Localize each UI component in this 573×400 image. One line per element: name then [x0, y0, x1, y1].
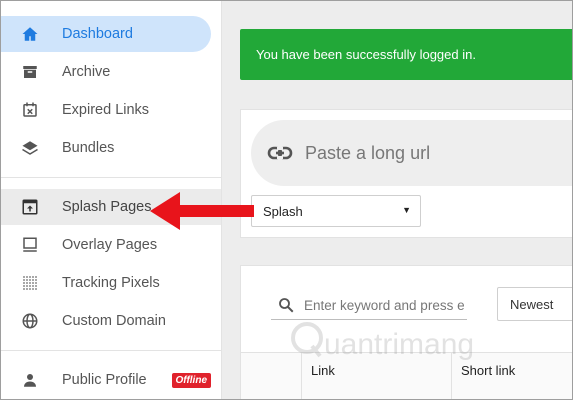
caret-down-icon: ▼ — [402, 205, 411, 215]
sort-select[interactable]: Newest — [497, 287, 573, 321]
sidebar-item-label: Tracking Pixels — [62, 275, 160, 291]
home-icon — [21, 25, 39, 43]
url-input-box — [251, 120, 573, 186]
pixels-grid-icon — [21, 274, 39, 292]
long-url-input[interactable] — [305, 138, 565, 168]
sidebar-item-bundles[interactable]: Bundles — [0, 130, 211, 166]
sidebar-item-expired-links[interactable]: Expired Links — [0, 92, 211, 128]
sidebar-item-label: Custom Domain — [62, 313, 166, 329]
offline-badge: Offline — [171, 373, 211, 388]
calendar-x-icon — [21, 101, 39, 119]
link-type-value: Splash — [263, 203, 303, 219]
archive-icon — [21, 63, 39, 81]
watermark-text: uantrimang — [324, 328, 475, 361]
sidebar-item-label: Public Profile — [62, 372, 147, 388]
sidebar-item-dashboard[interactable]: Dashboard — [0, 16, 211, 52]
sidebar-item-label: Expired Links — [62, 102, 150, 118]
success-alert: You have been successfully logged in. — [240, 29, 573, 80]
alert-message: You have been successfully logged in. — [256, 47, 476, 62]
sidebar-divider — [0, 177, 221, 178]
sort-value: Newest — [510, 296, 554, 312]
link-icon — [267, 142, 293, 169]
sidebar-item-label: Archive — [62, 64, 111, 80]
sidebar-item-tracking-pixels[interactable]: Tracking Pixels — [0, 265, 211, 301]
shorten-card: Splash ▼ — [240, 109, 573, 238]
watermark-q-icon — [291, 322, 323, 358]
search-icon — [277, 296, 295, 319]
sidebar-item-custom-domain[interactable]: Custom Domain — [0, 303, 211, 339]
sidebar-item-label: Splash Pages — [62, 199, 152, 215]
sidebar-item-overlay-pages[interactable]: Overlay Pages — [0, 227, 211, 263]
search-input[interactable] — [304, 294, 464, 316]
search-field — [271, 290, 467, 320]
person-icon — [21, 371, 39, 389]
monitor-icon — [21, 236, 39, 254]
link-type-select[interactable]: Splash ▼ — [251, 195, 421, 227]
globe-icon — [21, 312, 39, 330]
sidebar-item-archive[interactable]: Archive — [0, 54, 211, 90]
watermark-logo: uantrimang — [290, 320, 530, 370]
layers-icon — [21, 139, 39, 157]
sidebar-item-label: Bundles — [62, 140, 115, 156]
sidebar-item-label: Dashboard — [62, 26, 133, 42]
sidebar-item-label: Overlay Pages — [62, 237, 158, 253]
sidebar-item-public-profile[interactable]: Public Profile Offline — [0, 362, 211, 398]
splash-window-icon — [21, 198, 39, 216]
red-arrow-icon — [150, 192, 254, 230]
sidebar-divider — [0, 350, 221, 351]
